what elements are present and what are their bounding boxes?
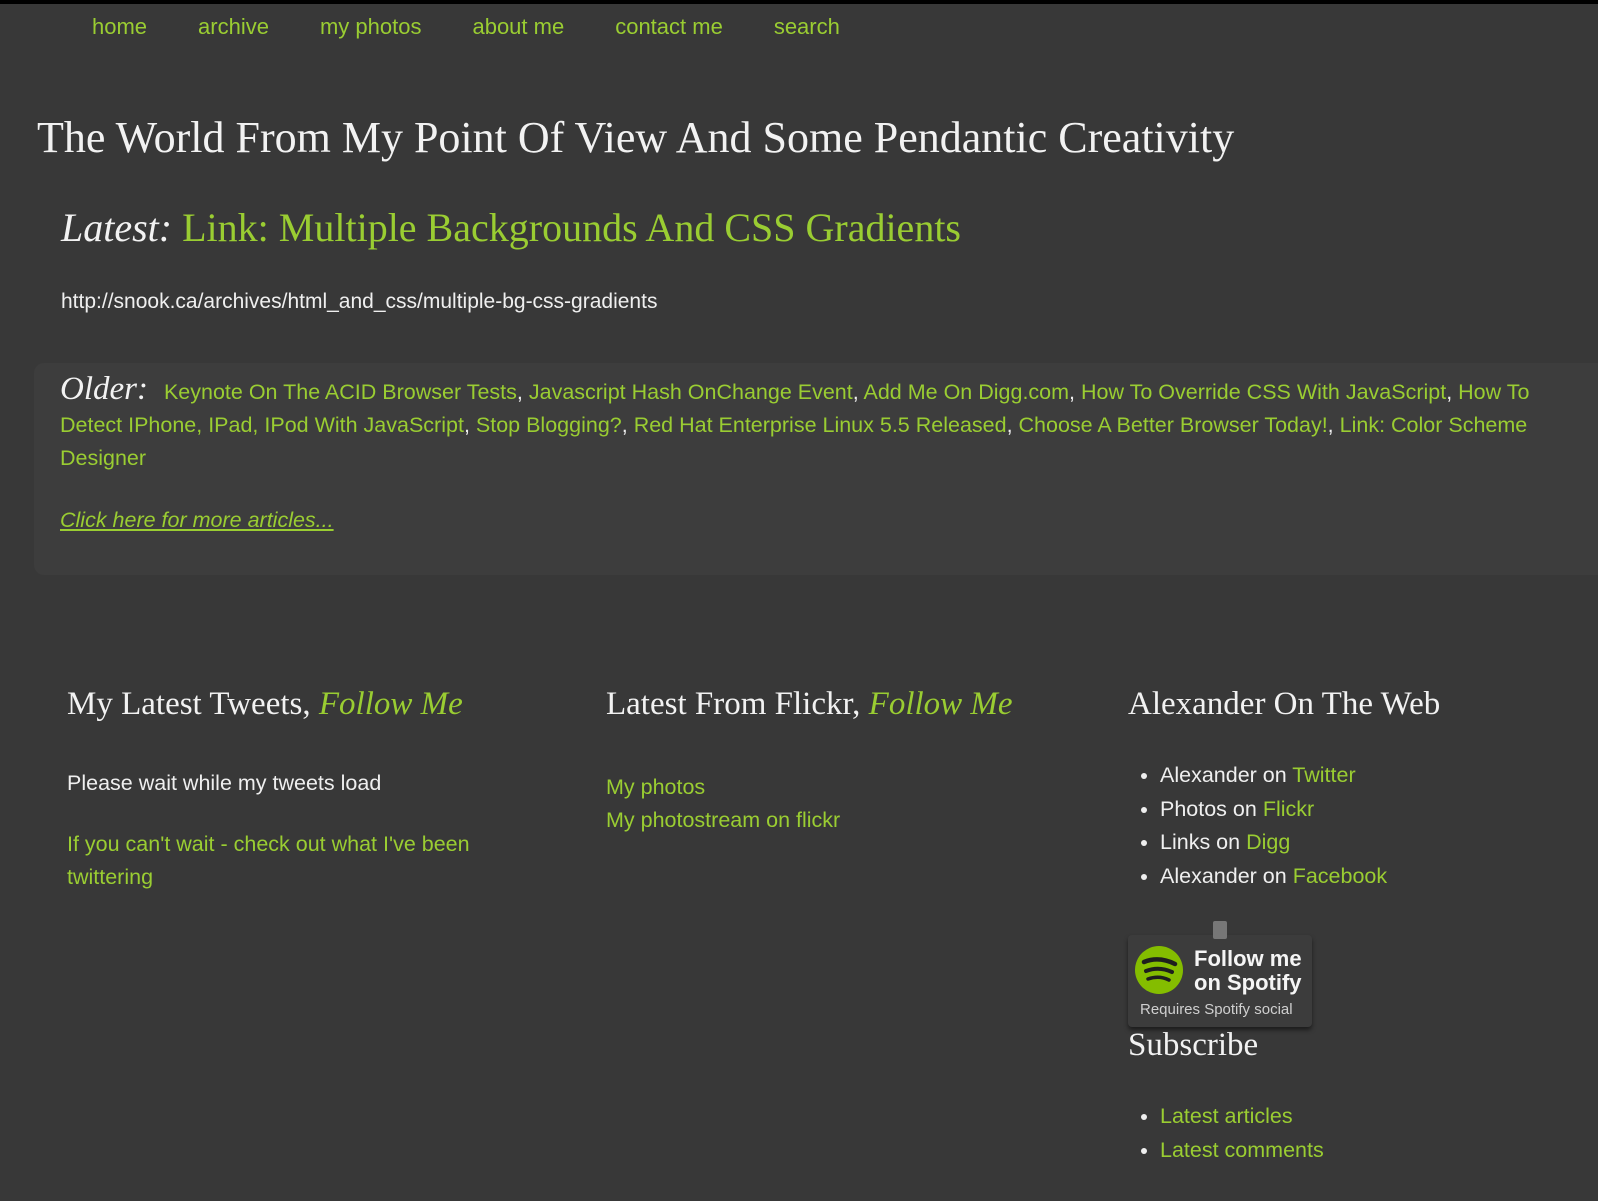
spotify-badge-note: Requires Spotify social bbox=[1140, 1001, 1293, 1018]
latest-article-body: http://snook.ca/archives/html_and_css/mu… bbox=[61, 290, 658, 313]
top-nav: home archive my photos about me contact … bbox=[92, 14, 891, 40]
nav-about-me[interactable]: about me bbox=[472, 14, 564, 40]
spotify-line-2: on Spotify bbox=[1194, 970, 1302, 995]
tweets-loading-text: Please wait while my tweets load bbox=[67, 771, 382, 795]
tweets-section: My Latest Tweets, Follow Me Please wait … bbox=[67, 686, 537, 894]
twitter-profile-link[interactable]: If you can't wait - check out what I've … bbox=[67, 832, 470, 889]
list-item: Alexander on Facebook bbox=[1160, 860, 1568, 894]
flickr-link[interactable]: Flickr bbox=[1263, 797, 1314, 821]
web-links-list: Alexander on Twitter Photos on Flickr Li… bbox=[1128, 759, 1568, 893]
badge-clip-icon bbox=[1213, 921, 1227, 939]
subscribe-heading: Subscribe bbox=[1128, 1027, 1259, 1063]
latest-label: Latest: bbox=[61, 205, 173, 250]
list-item-prefix: Links on bbox=[1160, 830, 1241, 854]
site-title: The World From My Point Of View And Some… bbox=[37, 113, 1235, 162]
nav-my-photos[interactable]: my photos bbox=[320, 14, 422, 40]
older-articles-box: Older: Keynote On The ACID Browser Tests… bbox=[34, 363, 1598, 575]
facebook-link[interactable]: Facebook bbox=[1293, 864, 1387, 888]
flickr-links: My photos My photostream on flickr bbox=[606, 771, 1076, 837]
older-article-link[interactable]: Choose A Better Browser Today! bbox=[1019, 413, 1328, 437]
latest-heading: Latest: Link: Multiple Backgrounds And C… bbox=[61, 204, 961, 251]
older-article-link[interactable]: Stop Blogging? bbox=[476, 413, 622, 437]
nav-archive[interactable]: archive bbox=[198, 14, 269, 40]
nav-home[interactable]: home bbox=[92, 14, 147, 40]
older-article-link[interactable]: Javascript Hash OnChange Event bbox=[529, 380, 853, 404]
list-item: Latest articles bbox=[1160, 1100, 1568, 1134]
web-heading: Alexander On The Web bbox=[1128, 686, 1441, 722]
tweets-heading-text: My Latest Tweets, bbox=[67, 686, 311, 722]
older-article-link[interactable]: Keynote On The ACID Browser Tests bbox=[164, 380, 517, 404]
more-articles-link[interactable]: Click here for more articles... bbox=[60, 508, 334, 533]
older-article-link[interactable]: How To Override CSS With JavaScript bbox=[1081, 380, 1446, 404]
latest-comments-feed-link[interactable]: Latest comments bbox=[1160, 1138, 1324, 1162]
spotify-badge-title: Follow me on Spotify bbox=[1194, 947, 1302, 995]
spotify-follow-badge[interactable]: Follow me on Spotify Requires Spotify so… bbox=[1128, 921, 1312, 1027]
latest-articles-feed-link[interactable]: Latest articles bbox=[1160, 1104, 1293, 1128]
list-item-prefix: Alexander on bbox=[1160, 863, 1287, 888]
latest-article-link[interactable]: Link: Multiple Backgrounds And CSS Gradi… bbox=[182, 205, 961, 250]
subscribe-list: Latest articles Latest comments bbox=[1128, 1100, 1568, 1167]
list-item-prefix: Alexander on bbox=[1160, 763, 1287, 787]
flickr-heading: Latest From Flickr, Follow Me bbox=[606, 686, 1076, 723]
spotify-line-1: Follow me bbox=[1194, 946, 1302, 971]
older-article-link[interactable]: Red Hat Enterprise Linux 5.5 Released bbox=[634, 413, 1007, 437]
older-articles-list: Older: Keynote On The ACID Browser Tests… bbox=[60, 371, 1530, 471]
spotify-logo-icon bbox=[1135, 946, 1183, 994]
web-section: Alexander On The Web Alexander on Twitte… bbox=[1128, 686, 1568, 1167]
list-item: Links on Digg bbox=[1160, 826, 1568, 860]
older-article-link[interactable]: Add Me On Digg.com bbox=[864, 380, 1070, 404]
flickr-section: Latest From Flickr, Follow Me My photos … bbox=[606, 686, 1076, 837]
digg-link[interactable]: Digg bbox=[1246, 830, 1290, 854]
nav-contact-me[interactable]: contact me bbox=[615, 14, 723, 40]
twitter-link[interactable]: Twitter bbox=[1292, 763, 1355, 787]
tweets-follow-link[interactable]: Follow Me bbox=[319, 686, 463, 722]
list-item: Photos on Flickr bbox=[1160, 793, 1568, 827]
flickr-photostream-link[interactable]: My photostream on flickr bbox=[606, 804, 1076, 837]
list-item: Alexander on Twitter bbox=[1160, 759, 1568, 793]
flickr-heading-text: Latest From Flickr, bbox=[606, 686, 861, 722]
tweets-heading: My Latest Tweets, Follow Me bbox=[67, 686, 537, 723]
older-label: Older: bbox=[60, 371, 148, 407]
my-photos-link[interactable]: My photos bbox=[606, 771, 1076, 804]
flickr-follow-link[interactable]: Follow Me bbox=[869, 686, 1013, 722]
nav-search[interactable]: search bbox=[774, 14, 840, 40]
list-item-prefix: Photos on bbox=[1160, 796, 1257, 821]
list-item: Latest comments bbox=[1160, 1134, 1568, 1168]
